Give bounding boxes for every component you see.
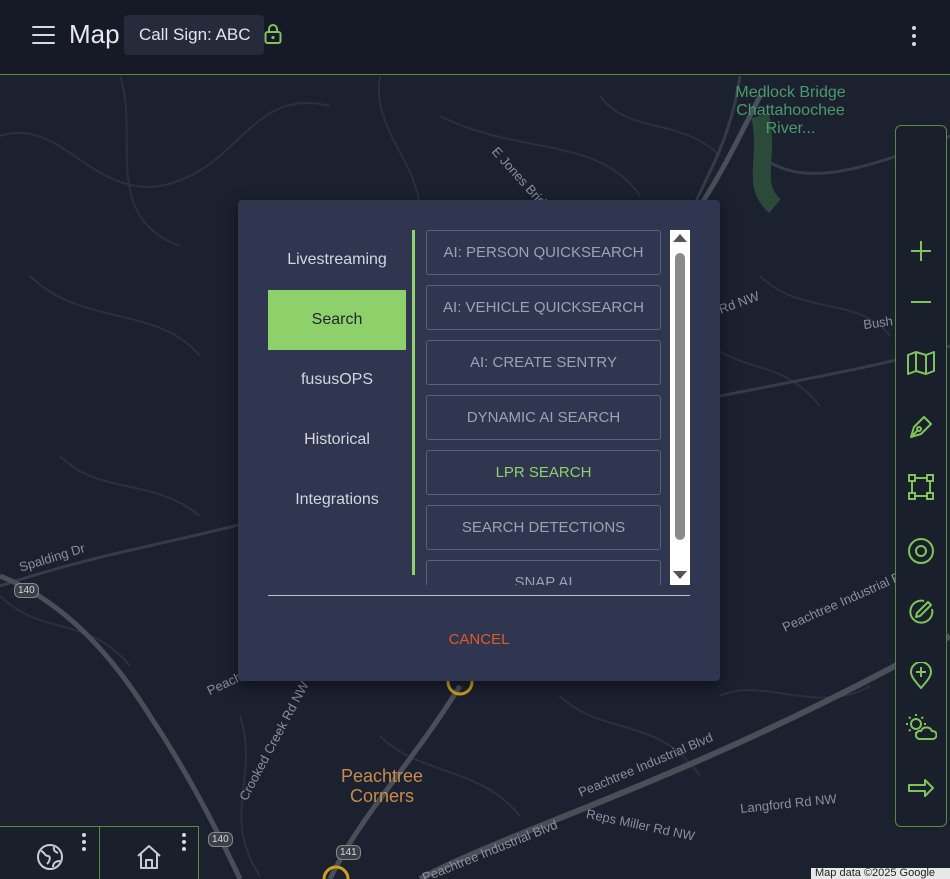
modal-divider	[268, 595, 690, 596]
option-ai-vehicle-quicksearch[interactable]: AI: VEHICLE QUICKSEARCH	[426, 285, 661, 330]
option-ai-person-quicksearch[interactable]: AI: PERSON QUICKSEARCH	[426, 230, 661, 275]
option-search-detections[interactable]: SEARCH DETECTIONS	[426, 505, 661, 550]
nav-search[interactable]: Search	[268, 290, 406, 350]
home-more-icon[interactable]	[179, 833, 189, 853]
zoom-out-icon[interactable]	[902, 284, 940, 320]
arrow-right-icon[interactable]	[902, 770, 940, 806]
nav-livestreaming[interactable]: Livestreaming	[268, 230, 406, 290]
map-layers-icon[interactable]	[902, 345, 940, 381]
top-app-bar: Map Call Sign: ABC	[0, 0, 950, 75]
search-modal: Livestreaming Search fususOPS Historical…	[238, 200, 720, 681]
more-options-icon[interactable]	[905, 24, 923, 48]
scroll-up-icon[interactable]	[673, 234, 687, 242]
polygon-icon[interactable]	[902, 469, 940, 505]
zoom-in-icon[interactable]	[902, 233, 940, 269]
route-shield-140-b: 140	[208, 832, 233, 847]
weather-icon[interactable]	[902, 709, 940, 745]
nav-fususops[interactable]: fususOPS	[268, 350, 406, 410]
page-title: Map	[69, 19, 120, 49]
map-attribution[interactable]: Map data ©2025 Google	[811, 868, 950, 879]
option-ai-create-sentry[interactable]: AI: CREATE SENTRY	[426, 340, 661, 385]
bottom-card-home	[99, 826, 199, 879]
target-circle-icon[interactable]	[902, 533, 940, 569]
map-toolbar	[895, 125, 947, 827]
call-sign-badge[interactable]: Call Sign: ABC	[124, 15, 264, 55]
scrollbar-thumb[interactable]	[675, 253, 685, 540]
draw-pen-icon[interactable]	[902, 409, 940, 445]
map-label-peachtree-corners: Peachtree Corners	[340, 766, 424, 806]
options-scrollbar[interactable]	[670, 230, 690, 585]
search-options-list: AI: PERSON QUICKSEARCH AI: VEHICLE QUICK…	[426, 230, 690, 585]
scroll-down-icon[interactable]	[673, 571, 687, 579]
bottom-card-globe	[0, 826, 100, 879]
nav-historical[interactable]: Historical	[268, 410, 406, 470]
globe-icon[interactable]	[36, 843, 64, 871]
option-lpr-search[interactable]: LPR SEARCH	[426, 450, 661, 495]
option-dynamic-ai-search[interactable]: DYNAMIC AI SEARCH	[426, 395, 661, 440]
map-label-medlock: Medlock Bridge Chattahoochee River...	[735, 84, 846, 137]
route-shield-141: 141	[336, 845, 361, 860]
cancel-button[interactable]: CANCEL	[429, 624, 529, 656]
hamburger-icon[interactable]	[32, 25, 56, 45]
lock-icon[interactable]	[263, 23, 283, 45]
nav-divider	[412, 230, 415, 575]
route-shield-140: 140	[14, 583, 39, 598]
globe-more-icon[interactable]	[79, 833, 89, 853]
option-snap-ai[interactable]: SNAP AI	[426, 560, 661, 585]
nav-integrations[interactable]: Integrations	[268, 470, 406, 530]
add-location-icon[interactable]	[902, 658, 940, 694]
edit-icon[interactable]	[902, 594, 940, 630]
home-icon[interactable]	[135, 843, 163, 871]
